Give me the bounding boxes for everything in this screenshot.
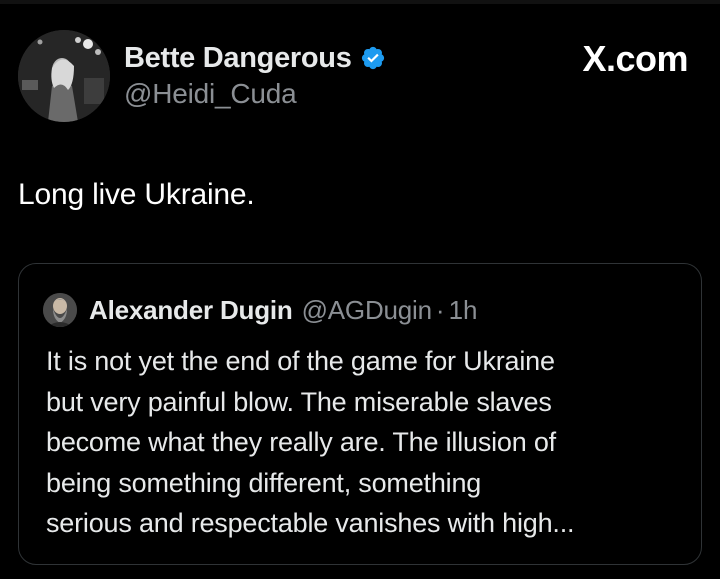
quoted-text-line: being something different, something xyxy=(46,467,482,498)
avatar-photo-image xyxy=(18,30,110,122)
separator-dot: · xyxy=(435,294,445,325)
brand-logo: X.com xyxy=(582,38,688,80)
author-avatar[interactable] xyxy=(18,30,110,122)
author-names: Bette Dangerous @Heidi_Cuda xyxy=(124,40,386,110)
quoted-text-line: serious and respectable vanishes with hi… xyxy=(46,508,575,538)
quoted-tweet-card[interactable]: Alexander Dugin @AGDugin · 1h It is not … xyxy=(18,263,702,565)
quoted-author-display-name[interactable]: Alexander Dugin xyxy=(89,295,293,326)
avatar-photo-image xyxy=(43,293,77,327)
quoted-author-avatar[interactable] xyxy=(43,293,77,327)
quoted-tweet-header: Alexander Dugin @AGDugin · 1h xyxy=(43,291,477,329)
quoted-text-line: but very painful blow. The miserable sla… xyxy=(46,386,552,417)
verified-badge-icon xyxy=(360,45,386,71)
tweet-header: Bette Dangerous @Heidi_Cuda X.com xyxy=(18,28,702,124)
quoted-text-line: become what they really are. The illusio… xyxy=(46,427,556,457)
quoted-author-handle[interactable]: @AGDugin xyxy=(302,295,432,326)
tweet-text: Long live Ukraine. xyxy=(18,178,255,211)
author-handle[interactable]: @Heidi_Cuda xyxy=(124,78,386,110)
author-display-name[interactable]: Bette Dangerous xyxy=(124,42,352,75)
brand-text: X.com xyxy=(582,38,688,79)
quoted-timestamp[interactable]: 1h xyxy=(449,295,478,326)
top-divider xyxy=(0,0,720,4)
quoted-text-line: It is not yet the end of the game for Uk… xyxy=(46,346,555,376)
quoted-tweet-text: It is not yet the end of the game for Uk… xyxy=(46,341,686,544)
